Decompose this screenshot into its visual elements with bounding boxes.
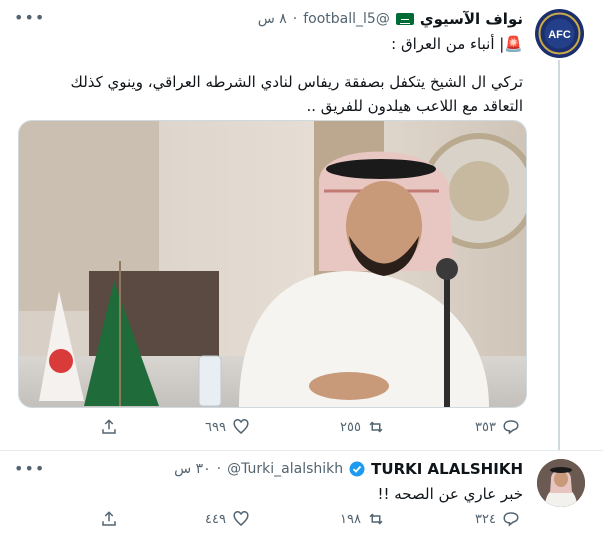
like-button[interactable]: ٦٩٩ [205, 418, 250, 436]
more-options-icon[interactable]: ••• [14, 459, 44, 479]
reply-button[interactable]: ٣٥٣ [475, 418, 520, 436]
tweet-header: TURKI ALALSHIKH @Turki_alalshikh · ٣٠ س [174, 460, 523, 478]
author-handle[interactable]: @Turki_alalshikh [227, 461, 343, 477]
tweet-time[interactable]: ٣٠ س [174, 461, 211, 477]
tweet-text: خبر عاري عن الصحه !! [377, 485, 523, 503]
like-count: ٦٩٩ [205, 419, 226, 435]
thread-connector-line [558, 60, 560, 450]
heart-icon [233, 419, 249, 434]
retweet-count: ١٩٨ [340, 511, 361, 527]
reply-button[interactable]: ٣٢٤ [475, 510, 520, 528]
author-handle[interactable]: @football_l5 [303, 11, 390, 27]
verified-badge-icon [349, 461, 365, 477]
separator-dot: · [292, 11, 298, 27]
heart-icon [233, 511, 249, 526]
avatar-logo-text: AFC [548, 29, 571, 41]
share-button[interactable] [100, 510, 118, 528]
reply-count: ٣٢٤ [475, 511, 496, 527]
saudi-flag-icon [395, 13, 414, 25]
retweet-icon [369, 513, 383, 525]
tweet-divider [0, 450, 603, 451]
turki-avatar[interactable] [537, 459, 585, 507]
tweet-header: نواف الآسيوي @football_l5 · ٨ س [258, 10, 523, 28]
separator-dot: · [216, 461, 222, 477]
afc-avatar[interactable]: AFC [535, 9, 584, 58]
author-name[interactable]: TURKI ALALSHIKH [371, 460, 523, 478]
more-options-icon[interactable]: ••• [14, 8, 44, 28]
share-icon [102, 511, 116, 526]
retweet-icon [369, 421, 383, 433]
share-button[interactable] [100, 418, 118, 436]
author-name[interactable]: نواف الآسيوي [420, 10, 523, 28]
tweet-time[interactable]: ٨ س [258, 11, 287, 27]
retweet-button[interactable]: ٢٥٥ [340, 418, 385, 436]
tweet-media-photo[interactable] [18, 120, 527, 408]
photo-illustration [19, 121, 526, 407]
retweet-count: ٢٥٥ [340, 419, 361, 435]
tweet-text: تركي ال الشيخ يتكفل بصفقة ريفاس لنادي ال… [70, 73, 523, 115]
tweet-subtitle: 🚨| أنباء من العراق : [391, 35, 523, 53]
reply-icon [503, 512, 519, 527]
share-icon [102, 419, 116, 434]
like-count: ٤٤٩ [205, 511, 226, 527]
like-button[interactable]: ٤٤٩ [205, 510, 250, 528]
reply-icon [503, 420, 519, 435]
reply-count: ٣٥٣ [475, 419, 496, 435]
retweet-button[interactable]: ١٩٨ [340, 510, 385, 528]
